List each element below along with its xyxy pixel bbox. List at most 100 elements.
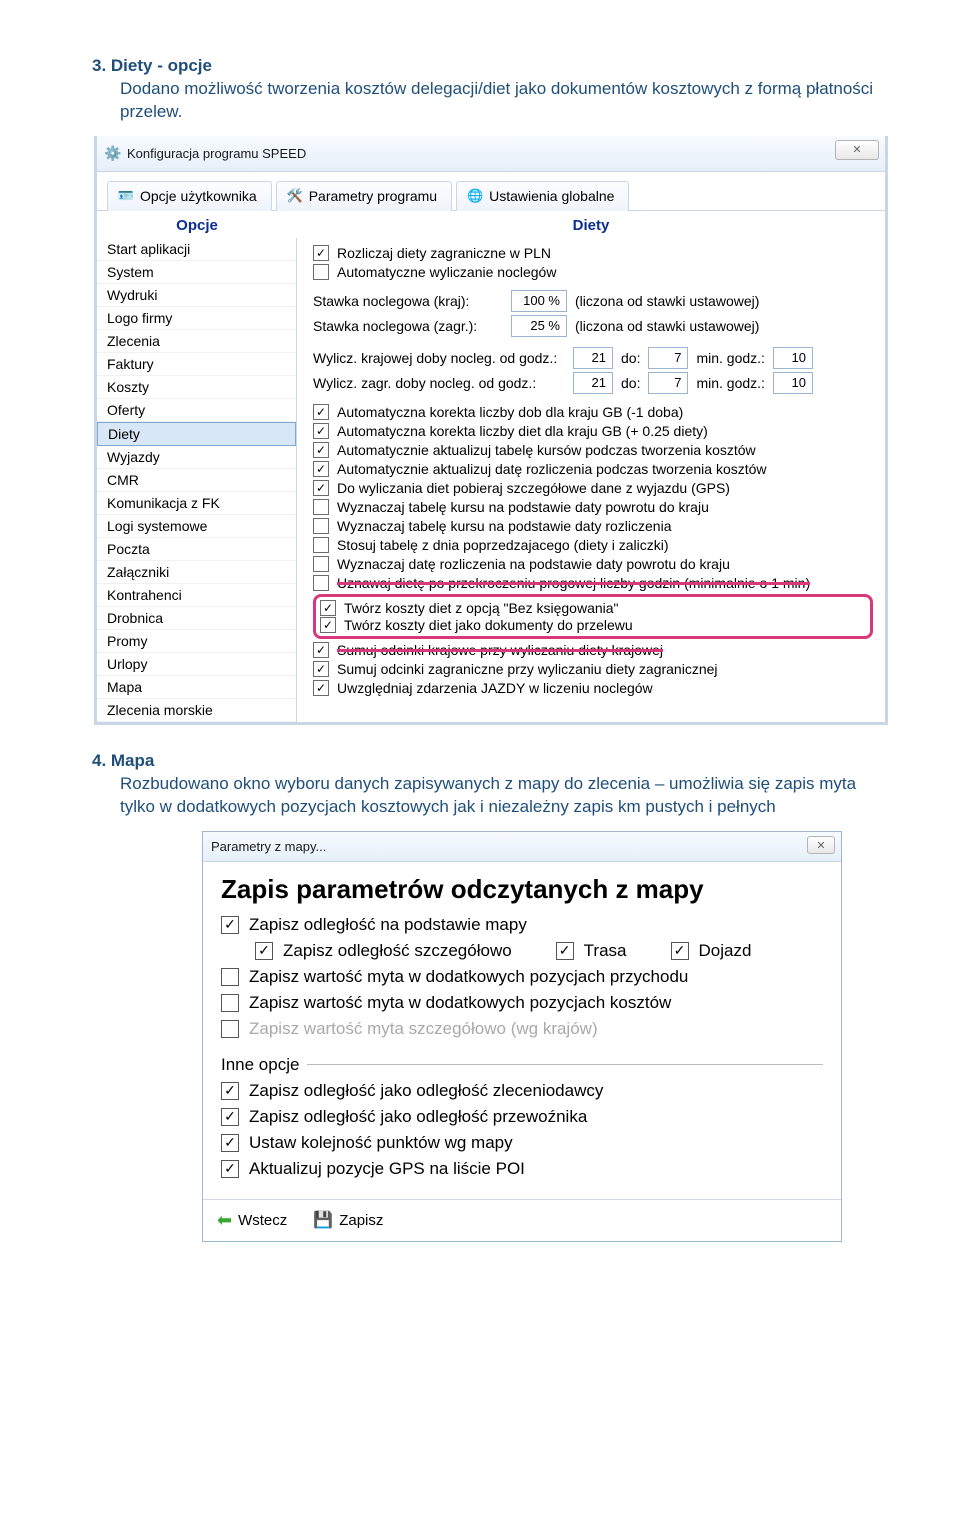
col-head-opcje: Opcje — [97, 211, 297, 238]
option-list-item[interactable]: CMR — [97, 469, 296, 492]
label: Stawka noclegowa (kraj): — [313, 293, 503, 309]
label: do: — [621, 375, 640, 391]
label: Automatyczna korekta liczby diet dla kra… — [337, 423, 708, 439]
od-godz-kraj-input[interactable]: 21 — [573, 347, 613, 369]
option-list-item[interactable]: Wyjazdy — [97, 446, 296, 469]
checkbox[interactable] — [313, 442, 329, 458]
checkbox[interactable] — [221, 1108, 239, 1126]
label: Do wyliczania diet pobieraj szczegółowe … — [337, 480, 730, 496]
option-list-item[interactable]: Urlopy — [97, 653, 296, 676]
legend-text: Inne opcje — [221, 1055, 299, 1075]
label: do: — [621, 350, 640, 366]
option-list-item[interactable]: Kontrahenci — [97, 584, 296, 607]
option-list-item[interactable]: Zlecenia morskie — [97, 699, 296, 722]
option-list-item[interactable]: Zlecenia — [97, 330, 296, 353]
stawka-zagr-input[interactable]: 25 % — [511, 315, 567, 337]
label: Dojazd — [699, 941, 752, 961]
option-list-item[interactable]: Mapa — [97, 676, 296, 699]
option-list-item[interactable]: Start aplikacji — [97, 238, 296, 261]
dialog-heading: Zapis parametrów odczytanych z mapy — [221, 874, 823, 905]
label: Automatycznie aktualizuj datę rozliczeni… — [337, 461, 767, 477]
option-list-item[interactable]: Faktury — [97, 353, 296, 376]
tab-label: Ustawienia globalne — [489, 188, 614, 204]
tab-ustawienia-globalne[interactable]: 🌐 Ustawienia globalne — [456, 181, 629, 211]
titlebar: Parametry z mapy... ✕ — [203, 832, 841, 862]
checkbox[interactable] — [556, 942, 574, 960]
checkbox[interactable] — [313, 461, 329, 477]
button-bar: ⬅ Wstecz 💾 Zapisz — [203, 1199, 841, 1241]
button-label: Zapisz — [339, 1212, 383, 1229]
checkbox[interactable] — [313, 423, 329, 439]
checkbox[interactable] — [313, 575, 329, 591]
checkbox[interactable] — [221, 968, 239, 986]
checkbox[interactable] — [313, 537, 329, 553]
label: Wyznaczaj tabelę kursu na podstawie daty… — [337, 499, 709, 515]
checkbox[interactable] — [255, 942, 273, 960]
checkbox[interactable] — [313, 661, 329, 677]
label: Wylicz. zagr. doby nocleg. od godz.: — [313, 375, 565, 391]
label: min. godz.: — [696, 350, 764, 366]
checkbox[interactable] — [313, 404, 329, 420]
option-list-item[interactable]: Drobnica — [97, 607, 296, 630]
back-button[interactable]: ⬅ Wstecz — [217, 1210, 287, 1231]
checkbox[interactable] — [671, 942, 689, 960]
checkbox[interactable] — [221, 1082, 239, 1100]
option-list-item[interactable]: Komunikacja z FK — [97, 492, 296, 515]
section4-body: Rozbudowano okno wyboru danych zapisywan… — [120, 773, 890, 819]
checkbox[interactable] — [313, 245, 329, 261]
close-button[interactable]: ✕ — [835, 140, 879, 160]
close-button[interactable]: ✕ — [807, 836, 835, 854]
od-godz-zagr-input[interactable]: 21 — [573, 372, 613, 394]
checkbox[interactable] — [320, 617, 336, 633]
checkbox[interactable] — [313, 480, 329, 496]
tab-parametry-programu[interactable]: 🛠️ Parametry programu — [276, 181, 452, 211]
do-godz-zagr-input[interactable]: 7 — [648, 372, 688, 394]
label: Sumuj odcinki zagraniczne przy wyliczani… — [337, 661, 718, 677]
label: Rozliczaj diety zagraniczne w PLN — [337, 245, 551, 261]
checkbox[interactable] — [320, 600, 336, 616]
option-list-item[interactable]: Koszty — [97, 376, 296, 399]
option-list-item[interactable]: Promy — [97, 630, 296, 653]
speed-config-window: ⚙️ Konfiguracja programu SPEED ✕ 🪪 Opcje… — [94, 136, 888, 725]
checkbox[interactable] — [221, 1134, 239, 1152]
min-godz-kraj-input[interactable]: 10 — [773, 347, 813, 369]
label: Automatycznie aktualizuj tabelę kursów p… — [337, 442, 756, 458]
label: min. godz.: — [696, 375, 764, 391]
label: Twórz koszty diet z opcją "Bez księgowan… — [344, 600, 619, 616]
fieldset-legend: Inne opcje — [221, 1055, 823, 1075]
do-godz-kraj-input[interactable]: 7 — [648, 347, 688, 369]
option-list-item[interactable]: Logo firmy — [97, 307, 296, 330]
globe-icon: 🌐 — [467, 188, 483, 204]
label: Zapisz odległość na podstawie mapy — [249, 915, 527, 935]
titlebar: ⚙️ Konfiguracja programu SPEED ✕ — [97, 136, 885, 172]
button-label: Wstecz — [238, 1212, 287, 1229]
option-list-item[interactable]: Poczta — [97, 538, 296, 561]
checkbox[interactable] — [313, 499, 329, 515]
tools-icon: 🛠️ — [287, 188, 303, 204]
option-list-item[interactable]: Wydruki — [97, 284, 296, 307]
checkbox[interactable] — [313, 556, 329, 572]
section3-heading: 3. Diety - opcje — [92, 56, 890, 76]
label: Automatyczne wyliczanie noclegów — [337, 264, 556, 280]
diety-pane: Rozliczaj diety zagraniczne w PLN Automa… — [297, 238, 885, 722]
checkbox[interactable] — [221, 916, 239, 934]
label: Uwzględniaj zdarzenia JAZDY w liczeniu n… — [337, 680, 653, 696]
checkbox[interactable] — [221, 994, 239, 1012]
label: Stosuj tabelę z dnia poprzedzajacego (di… — [337, 537, 669, 553]
checkbox[interactable] — [313, 264, 329, 280]
tab-opcje-uzytkownika[interactable]: 🪪 Opcje użytkownika — [107, 181, 272, 211]
map-params-window: Parametry z mapy... ✕ Zapis parametrów o… — [202, 831, 842, 1242]
min-godz-zagr-input[interactable]: 10 — [773, 372, 813, 394]
option-list-item[interactable]: System — [97, 261, 296, 284]
option-list-item[interactable]: Oferty — [97, 399, 296, 422]
checkbox[interactable] — [313, 642, 329, 658]
stawka-kraj-input[interactable]: 100 % — [511, 290, 567, 312]
option-list-item[interactable]: Załączniki — [97, 561, 296, 584]
option-list-item[interactable]: Diety — [97, 422, 296, 446]
option-list-item[interactable]: Logi systemowe — [97, 515, 296, 538]
checkbox[interactable] — [313, 680, 329, 696]
checkbox[interactable] — [221, 1160, 239, 1178]
save-button[interactable]: 💾 Zapisz — [313, 1210, 383, 1230]
label: Stawka noclegowa (zagr.): — [313, 318, 503, 334]
checkbox[interactable] — [313, 518, 329, 534]
